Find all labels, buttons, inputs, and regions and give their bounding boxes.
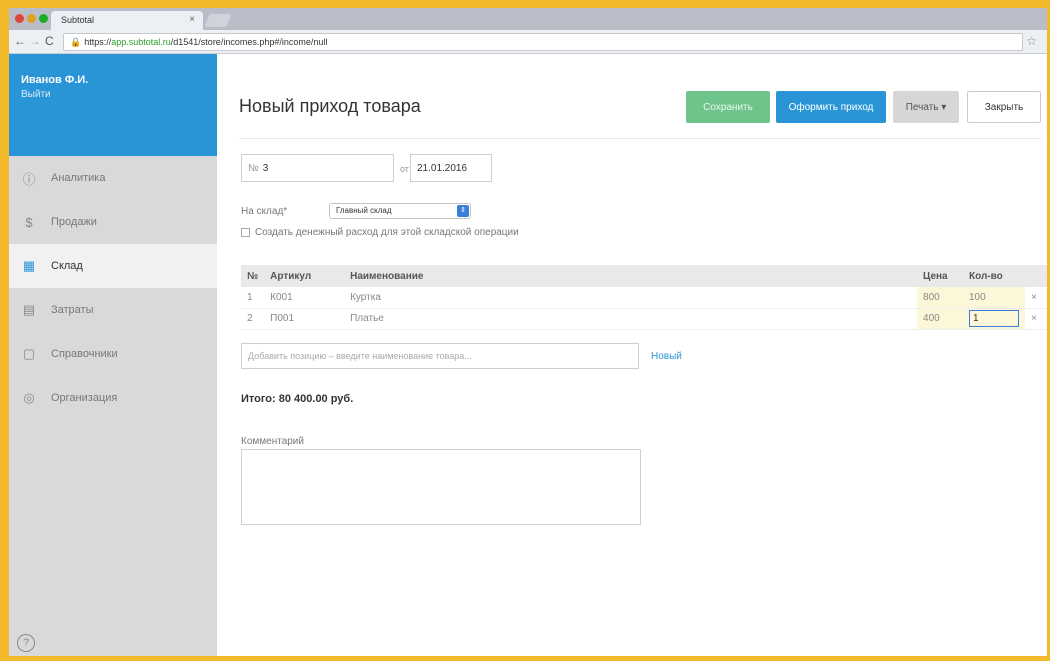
from-label: от [400, 164, 409, 174]
print-dropdown-button[interactable]: Печать ▾ [893, 91, 959, 123]
close-window-button[interactable] [15, 14, 24, 23]
table-header-row: № Артикул Наименование Цена Кол-во [241, 265, 1047, 287]
total-amount: Итого: 80 400.00 руб. [241, 393, 354, 405]
main-content: Новый приход товара Сохранить Оформить п… [217, 54, 1047, 656]
sidebar-item-sales[interactable]: $ Продажи [9, 200, 217, 244]
lock-icon: 🔒 [70, 37, 82, 47]
header-divider [239, 138, 1041, 139]
table-row: 2 П001 Платье 400 1 × [241, 308, 1047, 330]
row-number: 1 [241, 287, 265, 309]
row-name[interactable]: Платье [344, 308, 918, 330]
url-input[interactable]: 🔒 https://app.subtotal.ru/d1541/store/inc… [63, 33, 1023, 51]
new-tab-button[interactable] [204, 14, 232, 27]
sidebar-item-label: Продажи [51, 216, 97, 228]
column-header-name[interactable]: Наименование [344, 265, 918, 287]
sidebar-item-analytics[interactable]: ⓘ Аналитика [9, 156, 217, 200]
table-row: 1 К001 Куртка 800 100 × [241, 287, 1047, 309]
expenses-icon: ▤ [22, 302, 36, 317]
sidebar-item-label: Затраты [51, 304, 94, 316]
date-field[interactable]: 21.01.2016 [410, 154, 492, 182]
close-button[interactable]: Закрыть [967, 91, 1041, 123]
page-title: Новый приход товара [239, 96, 421, 116]
column-header-sku[interactable]: Артикул [264, 265, 345, 287]
sales-icon: $ [25, 214, 33, 230]
browser-window: Subtotal × ← → C 🔒 https://app.subtotal.r… [9, 8, 1047, 656]
create-expense-checkbox[interactable] [241, 228, 250, 237]
create-expense-label: Создать денежный расход для этой складск… [255, 227, 519, 238]
sidebar-item-label: Склад [51, 260, 83, 272]
warehouse-label: На склад* [241, 206, 288, 217]
logout-link[interactable]: Выйти [21, 89, 205, 100]
sidebar-item-reference[interactable]: ▢ Справочники [9, 332, 217, 376]
sidebar: Иванов Ф.И. Выйти ⓘ Аналитика $ Продажи ▦ Скл… [9, 54, 217, 656]
number-prefix: № [248, 162, 259, 174]
sidebar-item-label: Справочники [51, 348, 118, 360]
tab-title: Subtotal [61, 15, 95, 25]
maximize-window-button[interactable] [39, 14, 48, 23]
minimize-window-button[interactable] [27, 14, 36, 23]
column-header-remove [1024, 265, 1047, 287]
column-header-qty[interactable]: Кол-во [962, 265, 1025, 287]
date-value: 21.01.2016 [417, 162, 468, 174]
sidebar-item-expenses[interactable]: ▤ Затраты [9, 288, 217, 332]
column-header-price[interactable]: Цена [917, 265, 963, 287]
address-bar: ← → C 🔒 https://app.subtotal.ru/d1541/sto… [9, 30, 1047, 54]
sidebar-item-label: Организация [51, 392, 118, 404]
add-position-input[interactable]: Добавить позицию – введите наименование … [241, 343, 639, 369]
items-table: № Артикул Наименование Цена Кол-во 1 К00… [241, 265, 1047, 330]
document-number-value: 3 [262, 162, 269, 174]
remove-row-icon[interactable]: × [1024, 308, 1047, 330]
reload-icon[interactable]: C [45, 34, 54, 48]
forward-icon[interactable]: → [29, 34, 41, 48]
analytics-icon: ⓘ [22, 171, 36, 187]
warehouse-select[interactable]: Главный склад ⇕ [329, 203, 471, 219]
user-panel: Иванов Ф.И. Выйти [9, 54, 217, 156]
sidebar-item-label: Аналитика [51, 172, 106, 184]
column-header-num[interactable]: № [241, 265, 265, 287]
reference-icon: ▢ [22, 346, 36, 361]
comment-label: Комментарий [241, 436, 304, 447]
quantity-input[interactable]: 1 [968, 310, 1019, 327]
url-path: /d1541/store/incomes.php#/income/null [170, 37, 328, 47]
new-item-link[interactable]: Новый [651, 351, 682, 362]
create-expense-option[interactable]: Создать денежный расход для этой складск… [241, 227, 519, 238]
select-arrows-icon: ⇕ [457, 205, 469, 217]
row-price[interactable]: 400 [917, 308, 963, 330]
help-icon[interactable]: ? [17, 634, 35, 652]
browser-tab[interactable]: Subtotal × [51, 11, 203, 30]
row-price[interactable]: 800 [917, 287, 963, 309]
url-host: app.subtotal.ru [111, 37, 171, 47]
back-icon[interactable]: ← [14, 34, 26, 48]
sidebar-menu: ⓘ Аналитика $ Продажи ▦ Склад ▤ Затраты ▢ Справоч… [9, 156, 217, 420]
warehouse-value: Главный склад [336, 206, 392, 215]
save-button[interactable]: Сохранить [686, 91, 770, 123]
post-income-button[interactable]: Оформить приход [776, 91, 886, 123]
warehouse-icon: ▦ [22, 258, 36, 273]
tab-close-icon[interactable]: × [189, 14, 195, 25]
row-qty[interactable]: 100 [962, 287, 1025, 309]
row-sku[interactable]: К001 [264, 287, 345, 309]
organization-icon: ◎ [23, 390, 35, 405]
row-number: 2 [241, 308, 265, 330]
row-qty-cell: 1 [962, 308, 1025, 330]
bookmark-star-icon[interactable]: ☆ [1026, 34, 1037, 48]
user-name: Иванов Ф.И. [21, 74, 89, 86]
document-number-field[interactable]: № 3 [241, 154, 394, 182]
remove-row-icon[interactable]: × [1024, 287, 1047, 309]
url-protocol: https:// [84, 37, 112, 47]
row-name[interactable]: Куртка [344, 287, 918, 309]
row-sku[interactable]: П001 [264, 308, 345, 330]
sidebar-item-organization[interactable]: ◎ Организация [9, 376, 217, 420]
tab-bar: Subtotal × [9, 8, 1047, 30]
sidebar-item-warehouse[interactable]: ▦ Склад [9, 244, 217, 288]
comment-textarea[interactable] [241, 449, 641, 525]
